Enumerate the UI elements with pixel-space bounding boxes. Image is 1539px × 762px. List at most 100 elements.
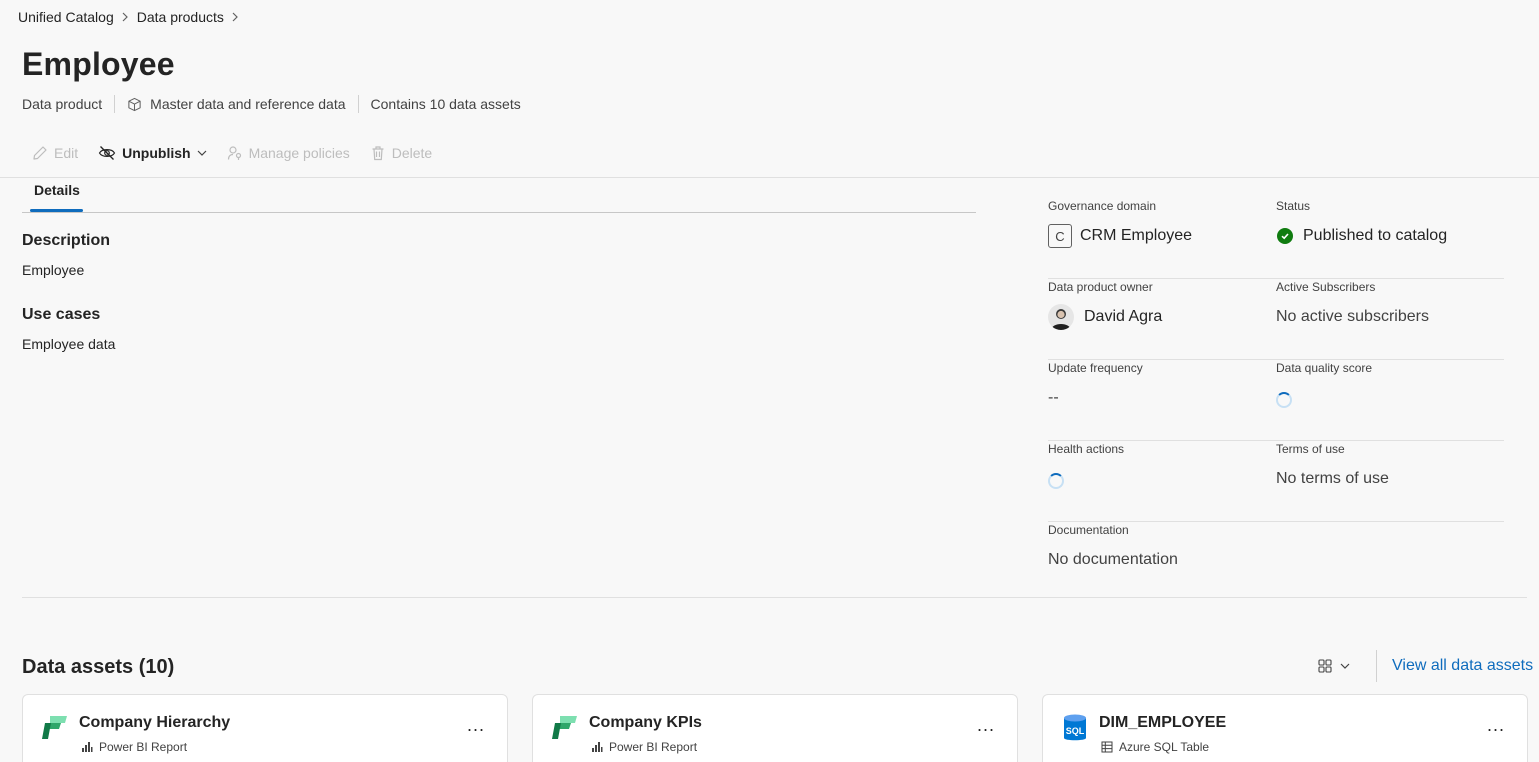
update-frequency-label: Update frequency [1048,361,1143,375]
use-cases-value: Employee data [22,336,116,352]
asset-name[interactable]: Company KPIs [589,714,702,732]
asset-type: Power BI Report [81,740,187,754]
more-options-button[interactable]: ... [977,715,995,736]
chevron-down-icon [1340,662,1350,670]
chevron-right-icon [231,12,239,22]
health-actions-value [1048,468,1276,490]
tab-details-label: Details [34,182,80,198]
status-text: Published to catalog [1303,227,1448,244]
owner-property: Data product owner David Agra [1048,279,1276,359]
powerbi-icon [551,713,579,741]
cube-icon [127,97,142,112]
chevron-right-icon [121,12,129,22]
subscribers-value: No active subscribers [1276,308,1429,325]
page-meta: Data product Master data and reference d… [22,95,521,113]
health-actions-label: Health actions [1048,442,1125,456]
documentation-label: Documentation [1048,523,1129,537]
governance-domain-value[interactable]: C CRM Employee [1048,224,1276,248]
asset-type-label: Power BI Report [99,740,188,754]
pencil-icon [32,145,48,161]
loading-spinner-icon [1048,472,1064,489]
delete-button[interactable]: Delete [360,141,442,165]
chevron-down-icon [197,149,207,157]
edit-button[interactable]: Edit [22,141,88,165]
data-assets-heading: Data assets (10) [22,656,175,678]
quality-value [1276,387,1504,409]
loading-spinner-icon [1276,391,1292,408]
manage-policies-button[interactable]: Manage policies [217,141,360,165]
quality-label: Data quality score [1276,361,1373,375]
governance-domain-property: Governance domain C CRM Employee [1048,198,1276,278]
description-value: Employee [22,262,85,278]
data-asset-card[interactable]: Company KPIs Power BI Report ... [532,694,1018,762]
documentation-property: Documentation No documentation [1048,522,1280,603]
status-value: Published to catalog [1276,225,1504,247]
svg-text:SQL: SQL [1066,726,1085,736]
update-frequency-value: -- [1048,389,1059,406]
trash-icon [370,145,386,161]
status-label: Status [1276,199,1311,213]
meta-category: Master data and reference data [150,96,346,112]
view-toggle-button[interactable] [1312,654,1356,678]
page-title: Employee [22,46,175,82]
tab-list: Details [22,178,976,213]
asset-type-label: Azure SQL Table [1119,740,1210,754]
bar-chart-icon [591,741,603,753]
tab-selected-indicator [30,209,83,212]
domain-initial-badge: C [1048,224,1072,248]
breadcrumb-data-products[interactable]: Data products [137,9,224,25]
manage-policies-label: Manage policies [248,145,350,161]
status-property: Status Published to catalog [1276,198,1504,278]
description-heading: Description [22,232,111,249]
grid-icon [1318,659,1332,673]
owner-label: Data product owner [1048,280,1153,294]
subscribers-property: Active Subscribers No active subscribers [1276,279,1504,359]
divider [22,597,1527,598]
update-frequency-property: Update frequency -- [1048,360,1276,440]
toolbar: Edit Unpublish Manage policies Delete [22,141,442,165]
documentation-value: No documentation [1048,551,1178,568]
properties-panel: Governance domain C CRM Employee Status … [1048,198,1504,603]
asset-name[interactable]: Company Hierarchy [79,714,230,732]
asset-type-label: Power BI Report [609,740,698,754]
property-row: Data product owner David Agra Active Sub… [1048,279,1504,360]
subscribers-label: Active Subscribers [1276,280,1376,294]
governance-domain-label: Governance domain [1048,199,1157,213]
meta-asset-count: Contains 10 data assets [370,96,521,112]
asset-name[interactable]: DIM_EMPLOYEE [1099,714,1226,732]
divider [357,95,359,113]
unpublish-button[interactable]: Unpublish [88,141,216,165]
delete-label: Delete [391,145,433,161]
tab-details[interactable]: Details [30,178,84,212]
health-actions-property: Health actions [1048,441,1276,521]
table-icon [1101,741,1113,753]
powerbi-icon [41,713,69,741]
data-asset-card[interactable]: Company Hierarchy Power BI Report ... [22,694,508,762]
breadcrumb-unified-catalog[interactable]: Unified Catalog [18,9,114,25]
more-options-button[interactable]: ... [467,715,485,736]
property-row: Health actions Terms of use No terms of … [1048,441,1504,522]
owner-value[interactable]: David Agra [1048,304,1276,330]
terms-label: Terms of use [1276,442,1345,456]
avatar [1048,304,1074,330]
bar-chart-icon [81,741,93,753]
asset-type: Power BI Report [591,740,697,754]
property-row: Update frequency -- Data quality score [1048,360,1504,441]
meta-type: Data product [22,96,103,112]
divider [114,95,116,113]
checkmark-circle-icon [1277,228,1293,244]
view-all-data-assets-link[interactable]: View all data assets [1392,657,1533,675]
terms-property: Terms of use No terms of use [1276,441,1504,521]
more-options-button[interactable]: ... [1487,715,1505,736]
governance-domain-name: CRM Employee [1080,227,1193,244]
terms-value: No terms of use [1276,470,1389,487]
property-row: Documentation No documentation [1048,522,1504,603]
person-key-icon [227,145,243,161]
eye-off-icon [98,145,116,161]
property-row: Governance domain C CRM Employee Status … [1048,198,1504,279]
owner-name: David Agra [1084,308,1163,325]
data-asset-card[interactable]: SQL DIM_EMPLOYEE Azure SQL Table ... [1042,694,1528,762]
unpublish-label: Unpublish [122,145,191,161]
quality-property: Data quality score [1276,360,1504,440]
asset-type: Azure SQL Table [1101,740,1209,754]
